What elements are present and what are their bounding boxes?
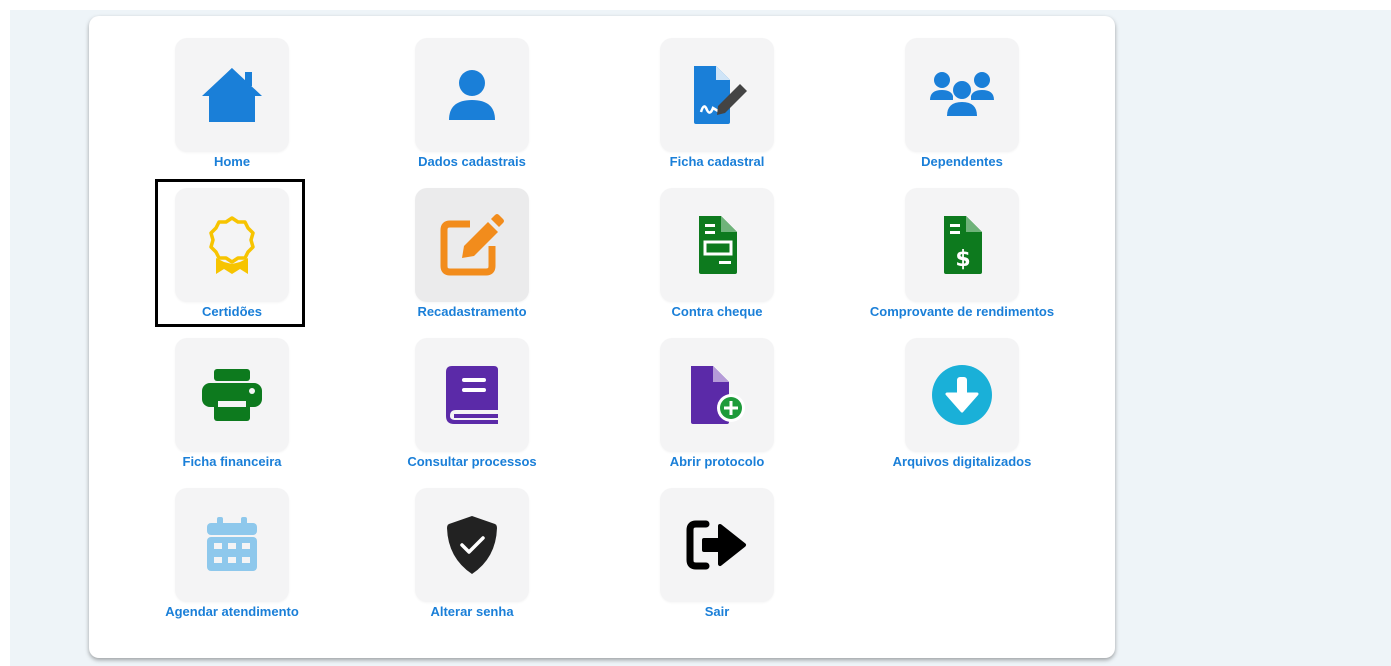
- menu-item-recadastramento[interactable]: Recadastramento: [352, 166, 592, 319]
- menu-item-consultar-processos[interactable]: Consultar processos: [352, 316, 592, 469]
- menu-item-comprovante-de-rendimentos[interactable]: $ Comprovante de rendimentos: [842, 166, 1082, 319]
- sign-out-icon: [686, 520, 746, 570]
- menu-item-label: Agendar atendimento: [165, 604, 299, 619]
- file-plus-icon: [691, 366, 745, 424]
- menu-item-contra-cheque[interactable]: Contra cheque: [597, 166, 837, 319]
- invoice-dollar-icon: $: [944, 216, 982, 274]
- menu-item-alterar-senha[interactable]: Alterar senha: [352, 466, 592, 619]
- shield-check-icon: [447, 516, 497, 574]
- file-signature-icon-box: [660, 38, 774, 152]
- invoice-dollar-icon-box: $: [905, 188, 1019, 302]
- edit-icon-box: [415, 188, 529, 302]
- home-icon-box: [175, 38, 289, 152]
- award-icon: [209, 216, 255, 274]
- menu-item-ficha-financeira[interactable]: Ficha financeira: [112, 316, 352, 469]
- calendar-icon: [207, 517, 257, 571]
- user-icon-box: [415, 38, 529, 152]
- users-icon: [930, 72, 994, 116]
- book-icon: [446, 366, 498, 424]
- award-icon-box: [175, 188, 289, 302]
- invoice-icon-box: [660, 188, 774, 302]
- menu-item-home[interactable]: Home: [112, 16, 352, 169]
- menu-item-agendar-atendimento[interactable]: Agendar atendimento: [112, 466, 352, 619]
- menu-item-label: Sair: [704, 604, 730, 619]
- menu-item-dependentes[interactable]: Dependentes: [842, 16, 1082, 169]
- svg-text:$: $: [955, 247, 970, 272]
- shield-check-icon-box: [415, 488, 529, 602]
- users-icon-box: [905, 38, 1019, 152]
- download-icon-box: [905, 338, 1019, 452]
- house-icon: [202, 68, 262, 122]
- printer-icon: [202, 369, 262, 421]
- user-icon: [449, 70, 495, 120]
- file-plus-icon-box: [660, 338, 774, 452]
- menu-item-certidoes[interactable]: Certidões: [112, 166, 352, 319]
- menu-item-abrir-protocolo[interactable]: Abrir protocolo: [597, 316, 837, 469]
- menu-item-sair[interactable]: Sair: [597, 466, 837, 619]
- menu-item-ficha-cadastral[interactable]: Ficha cadastral: [597, 16, 837, 169]
- file-signature-icon: [694, 66, 747, 124]
- edit-icon: [440, 214, 504, 276]
- invoice-icon: [699, 216, 737, 274]
- sign-out-icon-box: [660, 488, 774, 602]
- calendar-icon-box: [175, 488, 289, 602]
- book-icon-box: [415, 338, 529, 452]
- menu-item-label: Alterar senha: [430, 604, 514, 619]
- menu-card: Home Dados cadastrais Ficha cadastral De…: [89, 16, 1115, 658]
- menu-item-dados-cadastrais[interactable]: Dados cadastrais: [352, 16, 592, 169]
- menu-item-arquivos-digitalizados[interactable]: Arquivos digitalizados: [842, 316, 1082, 469]
- download-icon: [932, 365, 992, 425]
- printer-icon-box: [175, 338, 289, 452]
- menu-item-label: Arquivos digitalizados: [892, 454, 1032, 469]
